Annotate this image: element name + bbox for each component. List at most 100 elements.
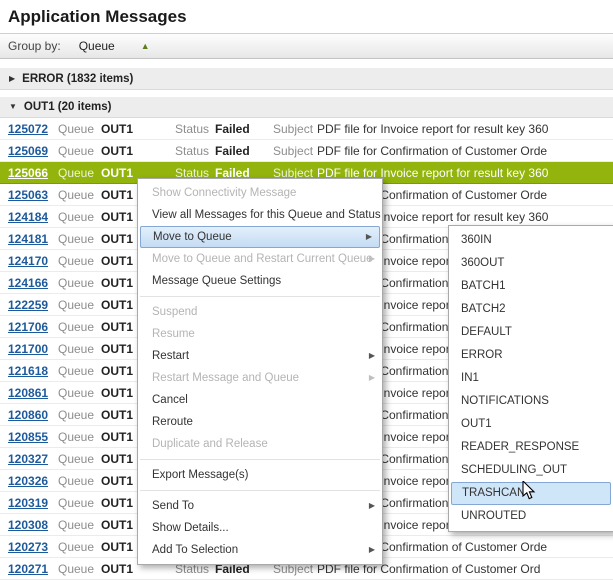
submenu-arrow-icon: ▶: [369, 345, 375, 367]
menu-item-label: Show Details...: [152, 522, 229, 534]
submenu-arrow-icon: ▶: [369, 367, 375, 389]
menu-item-move-to-queue-and-restart-current-queue[interactable]: Move to Queue and Restart Current Queue▶: [138, 248, 382, 270]
subject-label: Subject: [273, 144, 317, 158]
message-id-link[interactable]: 121700: [8, 342, 50, 356]
menu-item-label: Show Connectivity Message: [152, 187, 296, 199]
group-header-error[interactable]: ▶ ERROR (1832 items): [0, 68, 613, 90]
menu-item-label: Move to Queue: [153, 231, 232, 243]
queue-label: Queue: [58, 496, 101, 510]
menu-item-suspend[interactable]: Suspend: [138, 301, 382, 323]
page-title: Application Messages: [0, 0, 613, 33]
message-id-link[interactable]: 120273: [8, 540, 50, 554]
submenu-item-batch2[interactable]: BATCH2: [449, 298, 613, 321]
queue-label: Queue: [58, 188, 101, 202]
menu-item-label: Cancel: [152, 394, 188, 406]
message-id-link[interactable]: 120308: [8, 518, 50, 532]
submenu-item-in1[interactable]: IN1: [449, 367, 613, 390]
message-id-link[interactable]: 124181: [8, 232, 50, 246]
submenu-item-reader-response[interactable]: READER_RESPONSE: [449, 436, 613, 459]
message-id-link[interactable]: 125069: [8, 144, 50, 158]
queue-label: Queue: [58, 166, 101, 180]
queue-label: Queue: [58, 122, 101, 136]
menu-item-duplicate-and-release[interactable]: Duplicate and Release: [138, 433, 382, 455]
status-label: Status: [175, 144, 215, 158]
submenu-item-notifications[interactable]: NOTIFICATIONS: [449, 390, 613, 413]
submenu-item-360out[interactable]: 360OUT: [449, 252, 613, 275]
menu-item-label: Duplicate and Release: [152, 438, 268, 450]
group-by-value[interactable]: Queue: [79, 39, 115, 53]
message-id-link[interactable]: 122259: [8, 298, 50, 312]
menu-item-label: Move to Queue and Restart Current Queue: [152, 253, 373, 265]
queue-label: Queue: [58, 144, 101, 158]
message-id-link[interactable]: 120855: [8, 430, 50, 444]
menu-item-show-details[interactable]: Show Details...: [138, 517, 382, 539]
submenu-item-scheduling-out[interactable]: SCHEDULING_OUT: [449, 459, 613, 482]
group-header-out1[interactable]: ▼ OUT1 (20 items): [0, 97, 613, 118]
queue-label: Queue: [58, 276, 101, 290]
submenu-item-batch1[interactable]: BATCH1: [449, 275, 613, 298]
queue-label: Queue: [58, 452, 101, 466]
menu-item-label: Add To Selection: [152, 544, 238, 556]
menu-item-restart-message-and-queue[interactable]: Restart Message and Queue▶: [138, 367, 382, 389]
message-id-link[interactable]: 120319: [8, 496, 50, 510]
menu-item-restart[interactable]: Restart▶: [138, 345, 382, 367]
subject-value: PDF file for Confirmation of Customer Or…: [317, 144, 613, 158]
queue-label: Queue: [58, 342, 101, 356]
queue-label: Queue: [58, 364, 101, 378]
expanded-triangle-icon: ▼: [9, 103, 17, 111]
message-id-link[interactable]: 120327: [8, 452, 50, 466]
message-id-link[interactable]: 120271: [8, 562, 50, 576]
message-id-link[interactable]: 120326: [8, 474, 50, 488]
menu-item-add-to-selection[interactable]: Add To Selection ▶: [138, 539, 382, 561]
message-id-link[interactable]: 121618: [8, 364, 50, 378]
message-id-link[interactable]: 120860: [8, 408, 50, 422]
subject-label: Subject: [273, 122, 317, 136]
message-id-link[interactable]: 125063: [8, 188, 50, 202]
status-value: Failed: [215, 144, 273, 158]
menu-item-reroute[interactable]: Reroute: [138, 411, 382, 433]
menu-item-cancel[interactable]: Cancel: [138, 389, 382, 411]
submenu-item-unrouted[interactable]: UNROUTED: [449, 505, 613, 528]
message-id-link[interactable]: 125066: [8, 166, 50, 180]
table-row[interactable]: 125069QueueOUT1StatusFailedSubjectPDF fi…: [0, 140, 613, 162]
table-row[interactable]: 125072QueueOUT1StatusFailedSubjectPDF fi…: [0, 118, 613, 140]
submenu-item-360in[interactable]: 360IN: [449, 229, 613, 252]
menu-item-export-message-s[interactable]: Export Message(s): [138, 464, 382, 486]
queue-label: Queue: [58, 540, 101, 554]
menu-item-view-all-messages-for-this-queue-and-status[interactable]: View all Messages for this Queue and Sta…: [138, 204, 382, 226]
group-header-label: ERROR (1832 items): [22, 73, 133, 85]
spacer: [0, 90, 613, 97]
message-id-link[interactable]: 120861: [8, 386, 50, 400]
submenu-arrow-icon: ▶: [369, 539, 375, 561]
mouse-cursor-icon: [522, 481, 536, 501]
queue-label: Queue: [58, 386, 101, 400]
status-value: Failed: [215, 122, 273, 136]
message-id-link[interactable]: 125072: [8, 122, 50, 136]
menu-item-message-queue-settings[interactable]: Message Queue Settings: [138, 270, 382, 292]
subject-value: PDF file for Invoice report for result k…: [317, 122, 613, 136]
sort-ascending-icon[interactable]: ▲: [141, 42, 150, 51]
message-id-link[interactable]: 124184: [8, 210, 50, 224]
menu-item-show-connectivity-message[interactable]: Show Connectivity Message: [138, 182, 382, 204]
submenu-item-default[interactable]: DEFAULT: [449, 321, 613, 344]
submenu-arrow-icon: ▶: [366, 227, 372, 247]
menu-separator: [140, 459, 380, 460]
submenu-item-error[interactable]: ERROR: [449, 344, 613, 367]
spacer: [0, 59, 613, 68]
menu-item-move-to-queue[interactable]: Move to Queue ▶: [140, 226, 380, 248]
message-id-link[interactable]: 121706: [8, 320, 50, 334]
menu-item-label: Send To: [152, 500, 194, 512]
group-header-label: OUT1 (20 items): [24, 101, 112, 113]
collapsed-triangle-icon: ▶: [9, 75, 15, 83]
message-id-link[interactable]: 124170: [8, 254, 50, 268]
message-id-link[interactable]: 124166: [8, 276, 50, 290]
submenu-item-out1[interactable]: OUT1: [449, 413, 613, 436]
menu-separator: [140, 296, 380, 297]
menu-item-label: Message Queue Settings: [152, 275, 281, 287]
menu-item-send-to[interactable]: Send To▶: [138, 495, 382, 517]
queue-label: Queue: [58, 518, 101, 532]
menu-item-resume[interactable]: Resume: [138, 323, 382, 345]
menu-item-label: View all Messages for this Queue and Sta…: [152, 209, 381, 221]
queue-label: Queue: [58, 210, 101, 224]
menu-item-label: Export Message(s): [152, 469, 249, 481]
